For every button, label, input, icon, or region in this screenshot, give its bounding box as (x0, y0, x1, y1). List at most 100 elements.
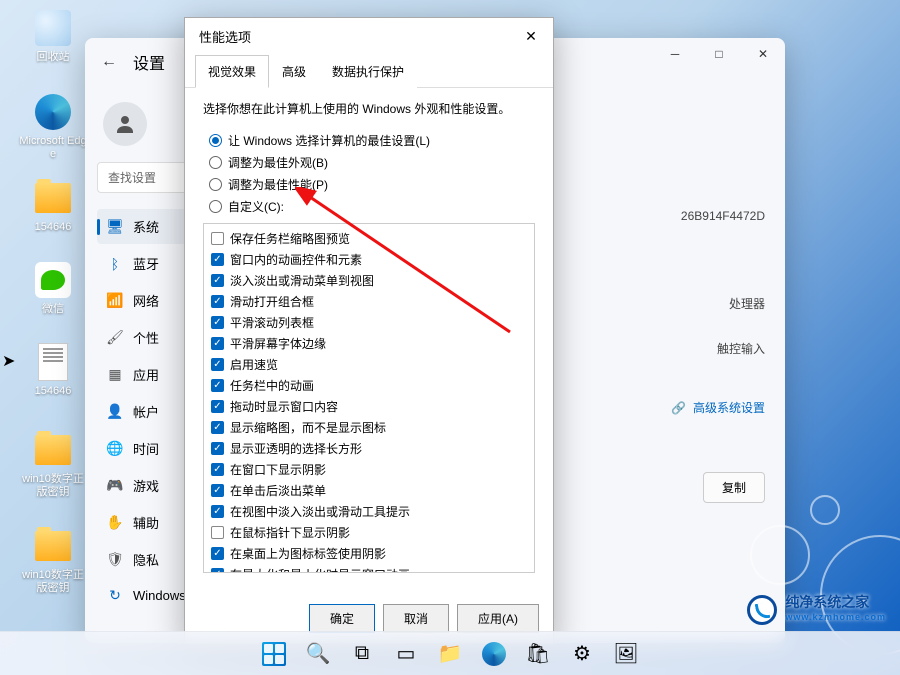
radio-option-0[interactable]: 让 Windows 选择计算机的最佳设置(L) (209, 132, 535, 149)
maximize-button[interactable]: □ (697, 38, 741, 70)
checkbox-option-10[interactable]: 显示亚透明的选择长方形 (208, 438, 530, 459)
desktop-icon-6[interactable]: win10数字正版密钥 (18, 526, 88, 595)
nav-label: Windows (133, 588, 186, 603)
checkbox-option-9[interactable]: 显示缩略图，而不是显示图标 (208, 417, 530, 438)
nav-label: 应用 (133, 365, 159, 384)
checkbox-label: 平滑滚动列表框 (230, 314, 314, 331)
desktop-icon-label: 微信 (18, 303, 88, 316)
watermark-line2: www.kzmhome.com (785, 610, 886, 625)
checkbox-label: 淡入淡出或滑动菜单到视图 (230, 272, 374, 289)
explorer-button[interactable]: 📁 (431, 635, 469, 673)
back-button[interactable]: ← (101, 53, 117, 71)
desktop-icon-2[interactable]: 154646 (18, 178, 88, 234)
ok-button[interactable]: 确定 (309, 604, 375, 633)
checkbox-icon (211, 526, 224, 539)
edge-taskbar-button[interactable] (475, 635, 513, 673)
checkbox-option-6[interactable]: 启用速览 (208, 354, 530, 375)
desktop-icon-5[interactable]: win10数字正版密钥 (18, 430, 88, 499)
folder-icon (33, 178, 73, 218)
checkbox-option-16[interactable]: 在最大化和最小化时显示窗口动画 (208, 564, 530, 573)
desktop-icon-4[interactable]: 154646 (18, 342, 88, 398)
desktop-icon-label: 154646 (18, 385, 88, 398)
checkbox-option-13[interactable]: 在视图中淡入淡出或滑动工具提示 (208, 501, 530, 522)
nav-label: 时间 (133, 439, 159, 458)
nav-label: 游戏 (133, 476, 159, 495)
close-button[interactable]: ✕ (741, 38, 785, 70)
checkbox-option-0[interactable]: 保存任务栏缩略图预览 (208, 228, 530, 249)
tab-2[interactable]: 数据执行保护 (319, 55, 417, 88)
checkbox-label: 滑动打开组合框 (230, 293, 314, 310)
checkbox-option-4[interactable]: 平滑滚动列表框 (208, 312, 530, 333)
nav-icon: 🛡 (107, 552, 123, 568)
tab-1[interactable]: 高级 (269, 55, 319, 88)
checkbox-option-12[interactable]: 在单击后淡出菜单 (208, 480, 530, 501)
desktop-icon-label: 154646 (18, 221, 88, 234)
checkbox-option-2[interactable]: 淡入淡出或滑动菜单到视图 (208, 270, 530, 291)
checkbox-label: 在桌面上为图标标签使用阴影 (230, 545, 386, 562)
taskbar: 🔍 ⧉ ▭ 📁 🛍 ⚙ 🖼 (0, 631, 900, 675)
settings-taskbar-button[interactable]: ⚙ (563, 635, 601, 673)
checkbox-label: 在最大化和最小化时显示窗口动画 (230, 566, 410, 573)
nav-icon: 👤 (107, 404, 123, 420)
link-icon: 🔗 (671, 401, 686, 415)
checkbox-option-15[interactable]: 在桌面上为图标标签使用阴影 (208, 543, 530, 564)
nav-icon: 📶 (107, 293, 123, 309)
start-button[interactable] (255, 635, 293, 673)
tab-0[interactable]: 视觉效果 (195, 55, 269, 88)
cancel-button[interactable]: 取消 (383, 604, 449, 633)
checkbox-option-14[interactable]: 在鼠标指针下显示阴影 (208, 522, 530, 543)
checkbox-label: 窗口内的动画控件和元素 (230, 251, 362, 268)
checkbox-option-7[interactable]: 任务栏中的动画 (208, 375, 530, 396)
desktop: 回收站 Microsoft Edge 154646 微信 154646 win10数字正版… (0, 0, 900, 675)
checkbox-option-3[interactable]: 滑动打开组合框 (208, 291, 530, 312)
nav-label: 隐私 (133, 550, 159, 569)
store-button[interactable]: 🛍 (519, 635, 557, 673)
search-placeholder: 查找设置 (108, 169, 156, 186)
nav-icon: ✋ (107, 515, 123, 531)
dialog-title: 性能选项 (199, 27, 251, 46)
checkbox-icon (211, 253, 224, 266)
dialog-close-button[interactable]: ✕ (517, 26, 545, 46)
checkbox-option-1[interactable]: 窗口内的动画控件和元素 (208, 249, 530, 270)
search-button[interactable]: 🔍 (299, 635, 337, 673)
app-taskbar-button[interactable]: 🖼 (607, 635, 645, 673)
user-avatar[interactable] (103, 102, 147, 146)
radio-icon (209, 134, 222, 147)
checkbox-icon (211, 547, 224, 560)
radio-icon (209, 200, 222, 213)
settings-title: 设置 (133, 50, 165, 74)
radio-option-3[interactable]: 自定义(C): (209, 198, 535, 215)
checkbox-label: 平滑屏幕字体边缘 (230, 335, 326, 352)
copy-button[interactable]: 复制 (703, 472, 765, 503)
checkbox-option-11[interactable]: 在窗口下显示阴影 (208, 459, 530, 480)
minimize-button[interactable]: ─ (653, 38, 697, 70)
checkbox-option-8[interactable]: 拖动时显示窗口内容 (208, 396, 530, 417)
nav-label: 网络 (133, 291, 159, 310)
widgets-button[interactable]: ▭ (387, 635, 425, 673)
checkbox-label: 在视图中淡入淡出或滑动工具提示 (230, 503, 410, 520)
nav-label: 系统 (133, 217, 159, 236)
checkbox-icon (211, 274, 224, 287)
radio-option-1[interactable]: 调整为最佳外观(B) (209, 154, 535, 171)
recycle-icon (33, 8, 73, 48)
checkbox-label: 在窗口下显示阴影 (230, 461, 326, 478)
nav-label: 帐户 (133, 402, 159, 421)
nav-icon: ▦ (107, 367, 123, 383)
checkbox-icon (211, 400, 224, 413)
checkbox-option-5[interactable]: 平滑屏幕字体边缘 (208, 333, 530, 354)
apply-button[interactable]: 应用(A) (457, 604, 539, 633)
task-view-button[interactable]: ⧉ (343, 635, 381, 673)
visual-effects-list[interactable]: 保存任务栏缩略图预览窗口内的动画控件和元素淡入淡出或滑动菜单到视图滑动打开组合框… (203, 223, 535, 573)
desktop-icon-0[interactable]: 回收站 (18, 8, 88, 64)
nav-icon: 🎮 (107, 478, 123, 494)
nav-label: 辅助 (133, 513, 159, 532)
radio-option-2[interactable]: 调整为最佳性能(P) (209, 176, 535, 193)
desktop-icon-3[interactable]: 微信 (18, 260, 88, 316)
checkbox-icon (211, 358, 224, 371)
checkbox-icon (211, 484, 224, 497)
radio-label: 调整为最佳外观(B) (228, 154, 328, 171)
folder-icon (33, 430, 73, 470)
desktop-icon-1[interactable]: Microsoft Edge (18, 92, 88, 161)
checkbox-label: 在鼠标指针下显示阴影 (230, 524, 350, 541)
advanced-settings-link[interactable]: 高级系统设置 (693, 401, 765, 415)
